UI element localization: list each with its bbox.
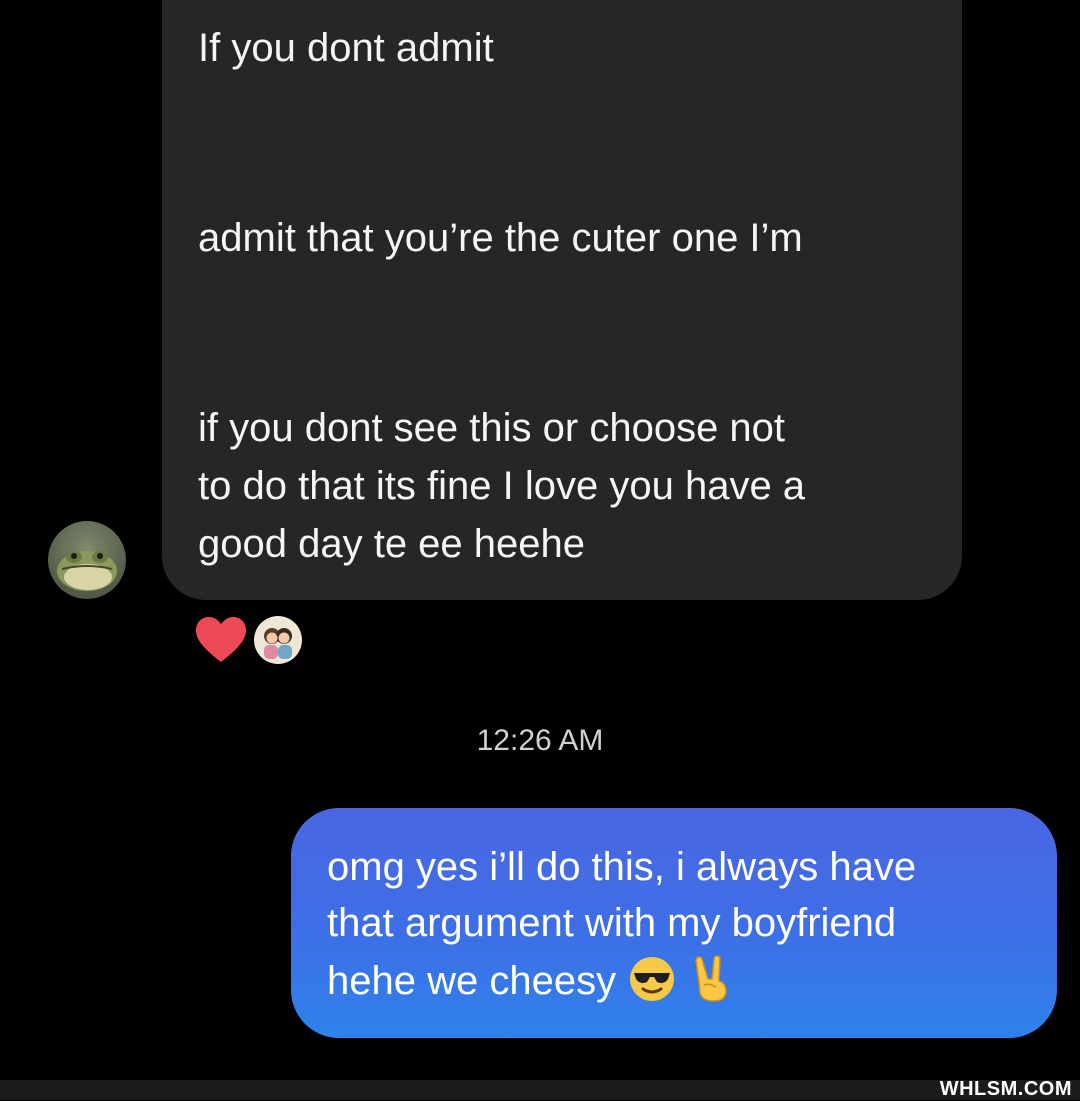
message-text-line: admit that you’re the cuter one I’m <box>198 216 803 260</box>
message-text-line: to do that its fine I love you have a <box>198 464 806 508</box>
frog-avatar-image <box>48 521 126 599</box>
message-text-line: If you dont admit <box>198 26 494 70</box>
message-text-line: omg yes i’ll do this, i always have <box>327 845 917 889</box>
message-text-line: good day te ee heehe <box>198 522 586 566</box>
couple-avatar-image <box>254 616 302 664</box>
incoming-message-bubble[interactable]: If you dont admit admit that you’re the … <box>162 0 962 600</box>
message-text-line: if you dont see this or choose not <box>198 406 786 450</box>
heart-icon <box>196 617 246 662</box>
sender-avatar[interactable] <box>48 521 126 599</box>
reactor-avatar <box>252 614 304 666</box>
message-reactions[interactable] <box>194 614 304 666</box>
victory-hand-emoji-icon <box>695 955 727 1003</box>
outgoing-message-bubble[interactable]: omg yes i’ll do this, i always have that… <box>291 808 1057 1038</box>
message-text-line: hehe we cheesy <box>327 959 617 1003</box>
message-last-line: hehe we cheesy <box>327 952 736 1010</box>
bottom-bar <box>0 1080 1080 1100</box>
message-timestamp: 12:26 AM <box>476 724 604 757</box>
message-text-line: that argument with my boyfriend <box>327 901 897 945</box>
watermark-text: WHLSM.COM <box>939 1078 1072 1100</box>
sunglasses-emoji-icon <box>630 957 675 1002</box>
